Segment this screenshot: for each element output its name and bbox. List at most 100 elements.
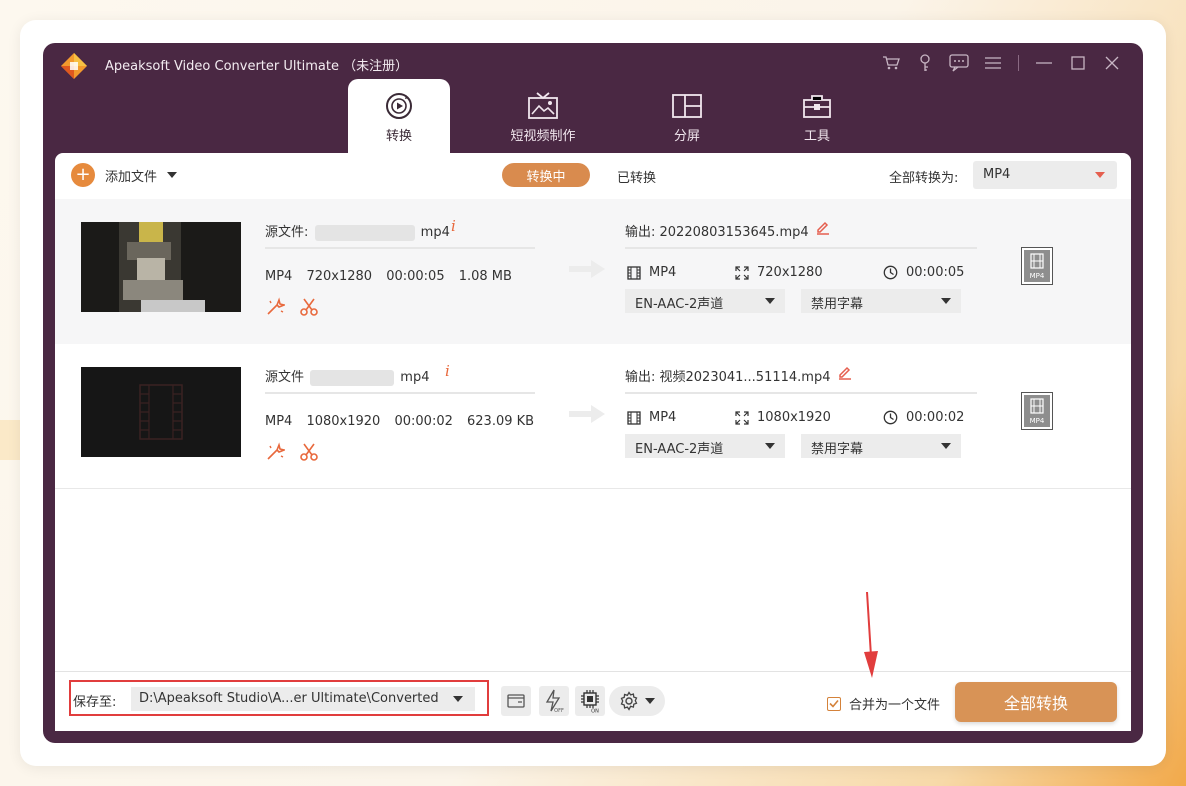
save-path-select[interactable]: D:\Apeaksoft Studio\A...er Ultimate\Conv… (131, 687, 475, 711)
tab-collage[interactable]: 分屏 (636, 79, 738, 155)
add-file-label: 添加文件 (105, 169, 158, 185)
subtitle-select[interactable]: 禁用字幕 (801, 434, 961, 458)
toolbox-icon (802, 91, 832, 121)
output-resolution-value: 1080x1920 (757, 410, 831, 425)
merge-option[interactable]: 合并为一个文件 (827, 694, 940, 713)
merge-label: 合并为一个文件 (849, 698, 941, 713)
film-placeholder-icon (81, 367, 241, 457)
convert-all-format-value: MP4 (983, 167, 1011, 182)
title-separator (1018, 55, 1019, 71)
chevron-down-icon[interactable] (167, 172, 178, 178)
output-format: MP4 (627, 410, 676, 425)
gear-icon (620, 691, 638, 711)
source-file-label: 源文件 mp4 (265, 366, 429, 386)
meta-size: 1.08 MB (458, 269, 512, 284)
feedback-icon[interactable] (942, 51, 976, 75)
subtitle-select[interactable]: 禁用字幕 (801, 289, 961, 313)
menu-icon[interactable] (976, 51, 1010, 75)
file-row: 源文件 mp4 i MP4 1080x1920 00:00:02 623.09 … (55, 344, 1131, 489)
audio-track-value: EN-AAC-2声道 (635, 442, 724, 457)
resize-icon (735, 410, 749, 425)
gpu-on-button[interactable]: ON (575, 686, 605, 716)
divider (625, 392, 977, 394)
close-icon[interactable] (1095, 51, 1129, 75)
chevron-down-icon (645, 698, 655, 704)
rename-pencil-icon[interactable] (815, 219, 831, 235)
source-meta: MP4 1080x1920 00:00:02 623.09 KB (265, 414, 534, 429)
save-to-label: 保存至: (73, 695, 117, 710)
tab-converting[interactable]: 转换中 (502, 163, 590, 187)
convert-all-format-select[interactable]: MP4 (973, 161, 1117, 189)
clock-icon (883, 410, 898, 425)
main-tabs: 转换 短视频制作 分屏 工具 (348, 79, 896, 155)
edit-effects-icon[interactable] (265, 442, 285, 462)
source-suffix: mp4 (420, 225, 450, 240)
badge-text: MP4 (1030, 272, 1045, 280)
output-format: MP4 (627, 265, 676, 280)
save-to-highlight: 保存至: D:\Apeaksoft Studio\A...er Ultimate… (69, 680, 489, 716)
tab-converted[interactable]: 已转换 (617, 167, 656, 186)
plus-icon: + (71, 163, 95, 187)
tab-convert[interactable]: 转换 (348, 79, 450, 155)
tab-toolbox[interactable]: 工具 (766, 79, 868, 155)
video-thumbnail[interactable] (81, 222, 241, 312)
cpu-chip-icon: ON (581, 690, 599, 713)
pixelated-preview-icon (81, 222, 241, 312)
output-format-badge-icon[interactable]: MP4 (1021, 392, 1053, 430)
open-folder-button[interactable] (501, 686, 531, 716)
maximize-icon[interactable] (1061, 51, 1095, 75)
audio-track-select[interactable]: EN-AAC-2声道 (625, 289, 785, 313)
edit-effects-icon[interactable] (265, 297, 285, 317)
meta-format: MP4 (265, 269, 293, 284)
hardware-accel-off-button[interactable]: OFF (539, 686, 569, 716)
redacted-filename (310, 369, 395, 386)
collage-icon (671, 91, 703, 121)
save-path-value: D:\Apeaksoft Studio\A...er Ultimate\Conv… (139, 691, 439, 706)
checkmark-icon (829, 699, 839, 708)
meta-format: MP4 (265, 414, 293, 429)
merge-checkbox[interactable] (827, 696, 841, 711)
bottom-bar: 保存至: D:\Apeaksoft Studio\A...er Ultimate… (55, 671, 1131, 731)
add-file-button[interactable]: + 添加文件 (71, 163, 178, 187)
output-file-label: 输出: 20220803153645.mp4 (625, 225, 809, 240)
rename-pencil-icon[interactable] (837, 364, 853, 380)
chevron-down-icon (941, 298, 951, 304)
cut-icon[interactable] (299, 442, 319, 462)
output-format-badge-icon[interactable]: MP4 (1021, 247, 1053, 285)
audio-track-value: EN-AAC-2声道 (635, 297, 724, 312)
chevron-down-icon (453, 696, 463, 702)
badge-text: MP4 (1030, 417, 1045, 425)
tab-label: 短视频制作 (510, 128, 576, 144)
tab-mv[interactable]: 短视频制作 (478, 79, 608, 155)
output-resolution: 720x1280 (735, 265, 823, 280)
convert-all-button[interactable]: 全部转换 (955, 682, 1117, 722)
meta-resolution: 720x1280 (306, 269, 373, 284)
audio-track-select[interactable]: EN-AAC-2声道 (625, 434, 785, 458)
chevron-down-icon (941, 443, 951, 449)
convert-all-to-label: 全部转换为: (889, 171, 959, 186)
minimize-icon[interactable] (1027, 51, 1061, 75)
video-thumbnail[interactable] (81, 367, 241, 457)
info-icon[interactable]: i (451, 217, 456, 235)
film-icon (627, 410, 641, 425)
edit-tools (265, 297, 333, 317)
meta-duration: 00:00:05 (386, 269, 445, 284)
info-icon[interactable]: i (445, 362, 450, 380)
output-duration-value: 00:00:02 (906, 410, 965, 425)
cart-icon[interactable] (874, 51, 908, 75)
subtitle-value: 禁用字幕 (811, 442, 864, 457)
subtitle-value: 禁用字幕 (811, 297, 864, 312)
output-duration-value: 00:00:05 (906, 265, 965, 280)
settings-button[interactable] (609, 686, 665, 716)
chevron-down-icon (765, 443, 775, 449)
cut-icon[interactable] (299, 297, 319, 317)
output-resolution-value: 720x1280 (757, 265, 823, 280)
edit-tools (265, 442, 333, 462)
convert-arrow-icon (569, 260, 605, 278)
key-icon[interactable] (908, 51, 942, 75)
divider (265, 392, 535, 394)
window-controls (874, 51, 1129, 75)
tab-label: 分屏 (673, 128, 700, 144)
svg-text:OFF: OFF (554, 708, 564, 713)
divider (265, 247, 535, 249)
